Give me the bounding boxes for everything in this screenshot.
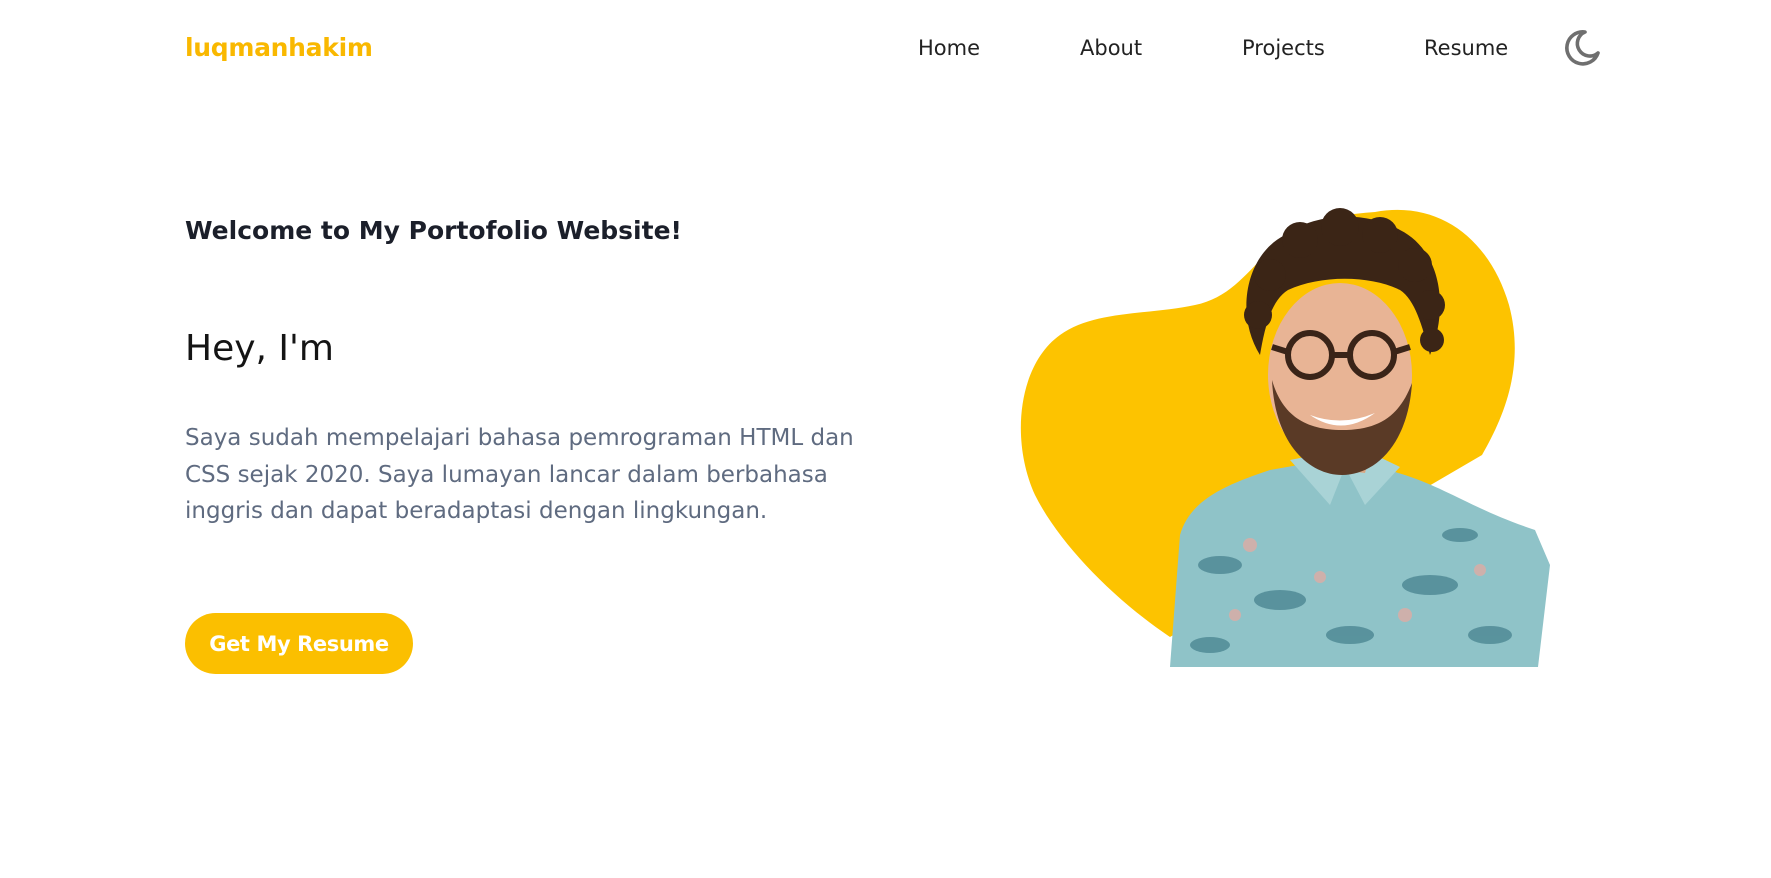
- hero-description: Saya sudah mempelajari bahasa pemrograma…: [185, 425, 854, 524]
- theme-toggle-button[interactable]: [1560, 26, 1604, 70]
- hero-illustration: [1020, 205, 1550, 667]
- nav-link-about[interactable]: About: [1080, 36, 1142, 60]
- nav-link-home[interactable]: Home: [918, 36, 980, 60]
- profile-photo: [1020, 208, 1550, 667]
- navbar: luqmanhakim Home About Projects Resume: [0, 0, 1771, 96]
- welcome-heading: Welcome to My Portofolio Website!: [185, 216, 682, 245]
- moon-icon: [1565, 30, 1600, 66]
- nav-link-resume[interactable]: Resume: [1424, 36, 1508, 60]
- nav-link-projects[interactable]: Projects: [1242, 36, 1325, 60]
- get-resume-button[interactable]: Get My Resume: [185, 613, 413, 674]
- site-logo[interactable]: luqmanhakim: [185, 33, 373, 62]
- greeting-heading: Hey, I'm: [185, 328, 334, 369]
